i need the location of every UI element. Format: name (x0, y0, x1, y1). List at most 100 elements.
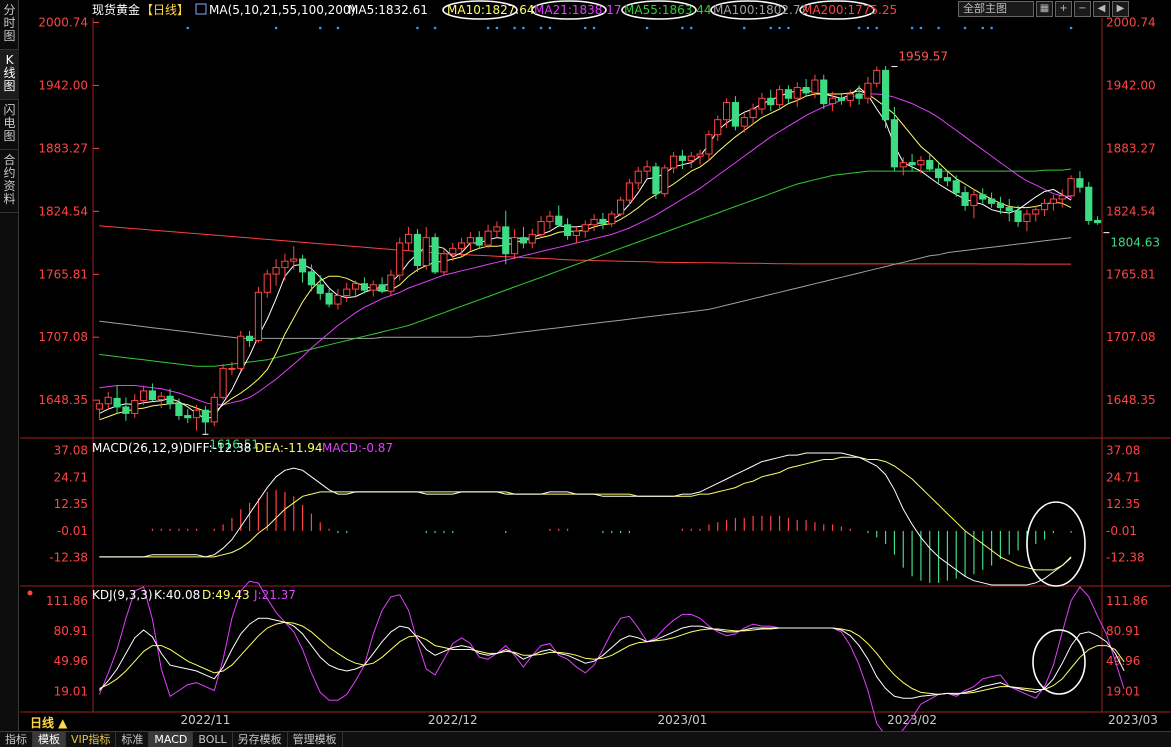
candle-body (678, 155, 687, 161)
price-label-right-6: 1648.35 (1106, 393, 1156, 407)
sidebar-tab-3[interactable]: 合约 资料 (0, 150, 19, 213)
candle-body (254, 291, 263, 342)
candle-body (1076, 178, 1084, 188)
zoom-out-icon[interactable]: − (1074, 1, 1091, 17)
period-label[interactable]: 日线 ▲ (30, 714, 67, 731)
macd-label-left-1: 24.71 (54, 470, 88, 484)
candle-body (828, 97, 837, 105)
candle-body (475, 237, 483, 246)
sidebar-tab-2[interactable]: 闪电 图 (0, 100, 19, 150)
grid-icon[interactable]: ▦ (1036, 1, 1053, 17)
kdj-label-right-0: 111.86 (1106, 594, 1148, 608)
main-chart-dropdown[interactable]: 全部主图 (958, 1, 1034, 17)
candle-body (510, 237, 519, 255)
event-dot (990, 26, 993, 30)
candle-body (457, 242, 466, 249)
chart-area: 2000.74 2000.74 1942.00 1942.00 1883.27 1883.… (20, 0, 1171, 731)
event-dot (919, 26, 923, 30)
price-label-left-4: 1765.81 (38, 267, 88, 281)
annotation-label-0: 1959.57 (898, 50, 948, 64)
event-dot (513, 26, 516, 30)
event-dot (583, 26, 587, 30)
price-label-left-3: 1824.54 (38, 204, 88, 218)
candle-body (440, 253, 448, 273)
price-label-left-5: 1707.08 (38, 330, 88, 344)
indicator-icon (195, 3, 207, 15)
bottom-tab-6[interactable]: 另存模板 (233, 732, 288, 747)
candle-body (881, 69, 890, 121)
price-label-left-6: 1648.35 (38, 393, 88, 407)
ma10-value: MA10:1827.64 (447, 3, 535, 17)
bottom-tab-1[interactable]: 模板 (33, 732, 66, 747)
candle-body (899, 162, 907, 168)
macd-highlight-circle (1026, 501, 1086, 587)
candle-body (581, 224, 589, 232)
scroll-right-icon[interactable]: ▶ (1112, 1, 1129, 17)
kdj-header: KDJ(9,3,3) (92, 588, 153, 602)
date-label-4: 2023/03 (1108, 713, 1158, 727)
date-label-2: 2023/01 (657, 713, 707, 727)
event-dot (875, 26, 879, 30)
candle-body (537, 221, 545, 235)
candle-body (731, 102, 740, 127)
candle-body (970, 194, 978, 206)
candle-body (758, 97, 766, 110)
event-dot (548, 26, 552, 30)
zoom-in-icon[interactable]: + (1055, 1, 1072, 17)
ma100-value: MA100:1802.72 (713, 3, 808, 17)
ma21-line (99, 93, 1072, 406)
candle-body (634, 170, 642, 184)
candle-body (943, 177, 952, 182)
candle-body (210, 396, 218, 423)
ma10-line (99, 90, 1072, 421)
kdj-label-left-1: 80.91 (54, 624, 88, 638)
kdj-label-right-1: 80.91 (1106, 624, 1140, 638)
candle-body (201, 409, 210, 423)
candle-body (563, 224, 572, 236)
bottom-toolbar: 指标 模板 VIP指标 标准 MACD BOLL 另存模板 管理模板 (0, 731, 1171, 747)
scroll-left-icon[interactable]: ◀ (1093, 1, 1110, 17)
macd-label-right-4: -12.38 (1106, 551, 1145, 565)
candle-body (873, 69, 881, 84)
candle-body (1032, 209, 1040, 215)
bottom-tab-4[interactable]: MACD (149, 732, 194, 747)
bottom-tab-3[interactable]: 标准 (116, 732, 150, 747)
price-label-right-0: 2000.74 (1106, 15, 1156, 29)
bottom-tab-0[interactable]: 指标 (0, 732, 33, 747)
candle-body (184, 415, 192, 419)
price-label-right-2: 1883.27 (1106, 141, 1156, 155)
annotation-label-2: 1804.63 (1110, 236, 1160, 250)
candle-body (767, 97, 775, 106)
bottom-tab-5[interactable]: BOLL (193, 732, 233, 747)
candle-body (396, 242, 404, 276)
event-dot (486, 26, 490, 30)
price-label-right-4: 1765.81 (1106, 267, 1156, 281)
macd-header: MACD(26,12,9) (92, 441, 183, 455)
event-dot (857, 26, 861, 30)
event-dot (787, 26, 790, 30)
candle-body (687, 155, 695, 161)
candle-body (643, 166, 651, 172)
candle-body (404, 233, 413, 244)
macd-label-left-0: 37.08 (54, 444, 88, 458)
bottom-tab-7[interactable]: 管理模板 (288, 732, 343, 747)
candle-body (652, 166, 660, 195)
event-dot (416, 26, 419, 30)
sidebar-tab-1[interactable]: K线 图 (0, 50, 19, 100)
event-dot (769, 26, 773, 30)
event-dot (681, 26, 684, 30)
candle-body (1067, 178, 1075, 197)
candle-body (1040, 202, 1049, 211)
candle-body (95, 403, 104, 410)
bottom-tab-2[interactable]: VIP指标 (66, 732, 117, 747)
candle-body (528, 233, 536, 244)
candle-body (104, 396, 112, 405)
candle-body (1023, 213, 1031, 223)
price-label-right-5: 1707.08 (1106, 330, 1156, 344)
event-dot (778, 26, 781, 30)
sidebar-tab-0[interactable]: 分时 图 (0, 0, 19, 50)
candle-body (987, 198, 996, 204)
candle-body (546, 215, 554, 223)
candle-body (802, 87, 810, 94)
macd-dea-value: DEA:-11.94 (255, 441, 323, 455)
